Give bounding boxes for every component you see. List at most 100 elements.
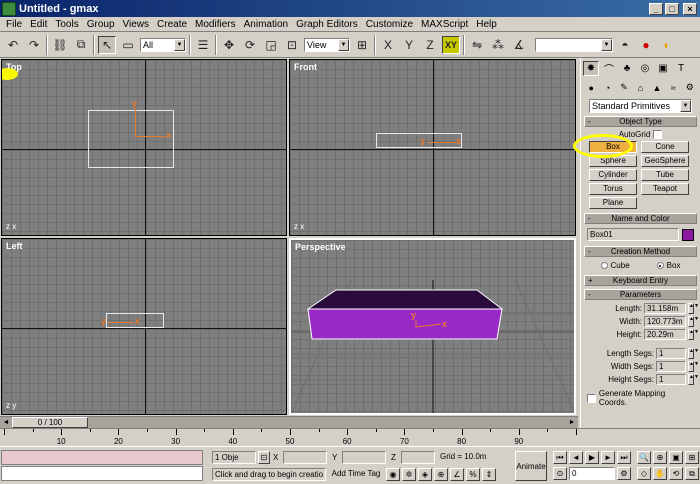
perspective-viewport[interactable]: Perspective y x (289, 238, 576, 415)
width-field[interactable]: 120.773m (644, 316, 686, 327)
keyboard-entry-rollout[interactable]: + Keyboard Entry (584, 275, 697, 286)
object-name-field[interactable]: Box01 (587, 228, 679, 241)
height-spinner[interactable]: ▲▼ (688, 329, 699, 340)
helpers-icon[interactable]: ▲ (651, 81, 663, 94)
redo-icon[interactable]: ↷ (25, 36, 43, 54)
previous-key-icon[interactable]: ◄ (569, 451, 583, 464)
viewport-label-front[interactable]: Front (294, 62, 317, 72)
display-tab-icon[interactable]: ▣ (655, 61, 671, 76)
absolute-mode-icon[interactable]: ◈ (418, 468, 432, 481)
box-top-outline[interactable] (88, 110, 174, 168)
autogrid-checkbox[interactable] (653, 130, 663, 139)
menu-group[interactable]: Group (83, 19, 119, 30)
geosphere-button[interactable]: GeoSphere (641, 155, 689, 167)
box-front-face[interactable] (307, 308, 503, 340)
time-slider[interactable]: ◄ 0 / 100 ► (0, 416, 578, 428)
method-box-radio[interactable]: Box (656, 261, 680, 270)
tube-button[interactable]: Tube (641, 169, 689, 181)
previous-frame-icon[interactable]: ◄ (1, 417, 11, 428)
mapping-coords-checkbox[interactable] (587, 393, 596, 403)
select-object-icon[interactable]: ↖ (98, 35, 116, 54)
percent-snap-icon[interactable]: % (466, 468, 480, 481)
shapes-icon[interactable]: ◔ (601, 81, 613, 94)
width-spinner[interactable]: ▲▼ (688, 316, 699, 327)
select-and-rotate-icon[interactable]: ⟳ (241, 36, 259, 54)
menu-edit[interactable]: Edit (26, 19, 51, 30)
height-segs-field[interactable]: 1 (656, 374, 686, 385)
menu-views[interactable]: Views (119, 19, 154, 30)
motion-tab-icon[interactable]: ◎ (637, 61, 653, 76)
menu-customize[interactable]: Customize (362, 19, 417, 30)
track-bar[interactable]: 10 20 30 40 50 60 70 80 90 (0, 428, 700, 446)
lights-icon[interactable]: ✎ (618, 81, 630, 94)
width-segs-field[interactable]: 1 (656, 361, 686, 372)
width-segs-spinner[interactable]: ▲▼ (688, 361, 699, 372)
torus-button[interactable]: Torus (589, 183, 637, 195)
x-coord-field[interactable] (283, 451, 327, 464)
zoom-extents-all-icon[interactable]: ⊞ (685, 451, 699, 464)
primitive-category-dropdown[interactable]: Standard Primitives ▼ (589, 99, 692, 113)
unlink-icon[interactable]: ⧉ (72, 36, 90, 54)
add-time-tag-button[interactable]: Add Time Tag (330, 468, 382, 481)
restrict-x-button[interactable]: X (379, 36, 397, 54)
menu-file[interactable]: File (2, 19, 26, 30)
maxscript-listener-output[interactable] (1, 466, 203, 481)
viewport-label-left[interactable]: Left (6, 241, 23, 251)
select-region-icon[interactable]: ▭ (119, 36, 137, 54)
box-top-face[interactable] (306, 289, 504, 310)
cone-button[interactable]: Cone (641, 141, 689, 153)
close-button[interactable]: × (683, 2, 697, 15)
height-field[interactable]: 20.29m (644, 329, 686, 340)
restrict-y-button[interactable]: Y (400, 36, 418, 54)
y-coord-field[interactable] (342, 451, 386, 464)
play-icon[interactable]: ▶ (585, 451, 599, 464)
length-segs-spinner[interactable]: ▲▼ (688, 348, 699, 359)
length-segs-field[interactable]: 1 (656, 348, 686, 359)
geometry-icon[interactable]: ● (585, 81, 597, 94)
plane-button[interactable]: Plane (589, 197, 637, 209)
restrict-xy-button[interactable]: XY (442, 35, 460, 54)
animate-button[interactable]: Animate (515, 451, 547, 481)
front-viewport[interactable]: Front y x z x (289, 59, 576, 236)
named-selection-dropdown[interactable]: ▼ (535, 37, 613, 52)
creation-method-rollout[interactable]: - Creation Method (584, 246, 697, 257)
parameters-rollout[interactable]: - Parameters (584, 289, 697, 300)
current-frame-field[interactable]: 0 (569, 467, 615, 480)
select-by-name-icon[interactable]: ☰ (194, 36, 212, 54)
create-tab-icon[interactable]: ✸ (583, 61, 599, 76)
go-to-end-icon[interactable]: ⏭ (617, 451, 631, 464)
maxscript-listener-input[interactable] (1, 450, 203, 465)
name-color-rollout[interactable]: - Name and Color (584, 213, 697, 224)
menu-create[interactable]: Create (153, 19, 191, 30)
height-segs-spinner[interactable]: ▲▼ (688, 374, 699, 385)
utilities-tab-icon[interactable]: T (673, 61, 689, 76)
pan-icon[interactable]: ✋ (653, 467, 667, 480)
menu-maxscript[interactable]: MAXScript (417, 19, 472, 30)
cameras-icon[interactable]: ⌂ (634, 81, 646, 94)
left-viewport[interactable]: Left y x z y (1, 238, 287, 415)
gmax-app-icon[interactable] (2, 1, 16, 16)
maximize-viewport-icon[interactable]: ⧉ (685, 467, 699, 480)
menu-animation[interactable]: Animation (240, 19, 292, 30)
length-spinner[interactable]: ▲▼ (688, 303, 699, 314)
modify-tab-icon[interactable]: ⌒ (601, 61, 617, 76)
arc-rotate-icon[interactable]: ⟲ (669, 467, 683, 480)
field-of-view-icon[interactable]: ◇ (637, 467, 651, 480)
time-slider-thumb[interactable]: 0 / 100 (12, 417, 88, 428)
z-coord-field[interactable] (401, 451, 435, 464)
method-cube-radio[interactable]: Cube (600, 261, 630, 270)
spinner-snap-icon[interactable]: ⇕ (482, 468, 496, 481)
key-mode-icon[interactable]: ⊙ (553, 467, 567, 480)
systems-icon[interactable]: ⚙ (684, 81, 696, 94)
cylinder-button[interactable]: Cylinder (589, 169, 637, 181)
next-key-icon[interactable]: ► (601, 451, 615, 464)
object-color-swatch[interactable] (682, 228, 694, 241)
mirror-icon[interactable]: ⇋ (468, 36, 486, 54)
object-type-rollout[interactable]: - Object Type (584, 116, 697, 127)
restrict-z-button[interactable]: Z (421, 36, 439, 54)
zoom-extents-icon[interactable]: ▣ (669, 451, 683, 464)
use-pivot-icon[interactable]: ⊞ (353, 36, 371, 54)
top-viewport[interactable]: Top y x z x (1, 59, 287, 236)
minimize-button[interactable]: _ (649, 2, 663, 15)
hierarchy-tab-icon[interactable]: ♣ (619, 61, 635, 76)
